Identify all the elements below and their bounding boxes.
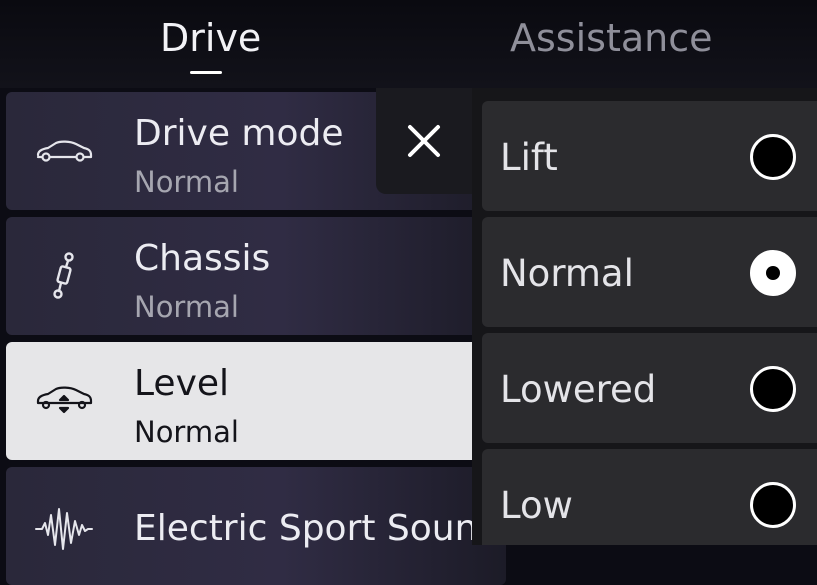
car-icon [32,128,96,172]
level-option-lowered[interactable]: Lowered [482,333,817,443]
option-label: Lift [500,136,558,179]
tab-assistance[interactable]: Assistance [510,14,713,62]
setting-title: Drive mode [134,113,344,154]
tab-bar: Drive Assistance [0,0,817,88]
option-label: Low [500,484,573,527]
level-option-low[interactable]: Low [482,449,817,545]
option-label: Normal [500,252,634,295]
close-button[interactable] [376,88,472,194]
setting-title: Level [134,363,230,404]
setting-value: Normal [134,290,239,324]
level-option-normal[interactable]: Normal [482,217,817,327]
active-tab-indicator [190,71,222,74]
car-level-icon [32,378,96,422]
sound-wave-icon [32,507,96,551]
setting-value: Normal [134,165,239,199]
level-options-panel: Lift Normal Lowered Low [472,88,817,545]
setting-electric-sport-sound[interactable]: Electric Sport Sound [6,467,506,585]
setting-level[interactable]: Level Normal [6,342,506,460]
setting-title: Chassis [134,238,271,279]
setting-chassis[interactable]: Chassis Normal [6,217,506,335]
close-icon [408,125,440,157]
radio-button[interactable] [750,482,796,528]
level-option-lift[interactable]: Lift [482,101,817,211]
setting-value: Normal [134,415,239,449]
radio-button[interactable] [750,366,796,412]
setting-title: Electric Sport Sound [134,508,501,549]
radio-button[interactable] [750,134,796,180]
shock-absorber-icon [32,252,96,299]
option-label: Lowered [500,368,657,411]
tab-drive[interactable]: Drive [160,14,261,62]
radio-button-selected[interactable] [750,250,796,296]
